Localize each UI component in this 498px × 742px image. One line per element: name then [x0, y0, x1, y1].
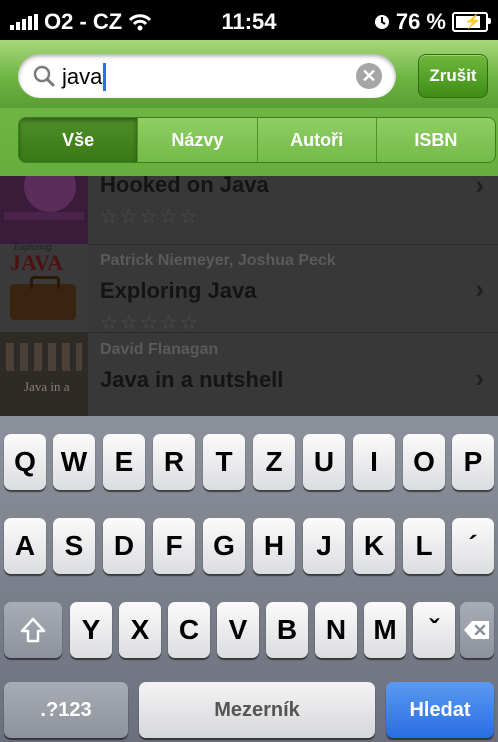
- rating-stars: ☆☆☆☆☆: [100, 312, 200, 334]
- key-caron[interactable]: ˇ: [413, 602, 455, 658]
- book-cover-image: [0, 176, 88, 244]
- book-author: David Flanagan: [100, 341, 219, 358]
- cover-title-text: JAVA: [10, 250, 63, 275]
- chevron-right-icon: ›: [475, 176, 484, 200]
- key-c[interactable]: C: [168, 602, 210, 658]
- key-f[interactable]: F: [153, 518, 195, 574]
- key-l[interactable]: L: [403, 518, 445, 574]
- shift-key[interactable]: [4, 602, 62, 658]
- backspace-key[interactable]: [460, 602, 494, 658]
- key-y[interactable]: Y: [70, 602, 112, 658]
- key-x[interactable]: X: [119, 602, 161, 658]
- search-scope-bar: Vše Názvy Autoři ISBN: [0, 108, 498, 176]
- key-acute-accent[interactable]: ´: [452, 518, 494, 574]
- key-w[interactable]: W: [53, 434, 95, 490]
- scope-segmented-control: Vše Názvy Autoři ISBN: [18, 117, 496, 163]
- search-input[interactable]: java ✕: [18, 54, 396, 98]
- key-o[interactable]: O: [403, 434, 445, 490]
- space-bar[interactable]: Mezerník: [139, 682, 375, 738]
- battery-icon: ⚡: [452, 12, 491, 32]
- key-v[interactable]: V: [217, 602, 259, 658]
- key-h[interactable]: H: [253, 518, 295, 574]
- status-bar: O2 - CZ 11:54 76 % ⚡: [0, 0, 498, 40]
- chevron-right-icon: ›: [475, 363, 484, 393]
- key-j[interactable]: J: [303, 518, 345, 574]
- key-d[interactable]: D: [103, 518, 145, 574]
- list-item[interactable]: Java in a David Flanagan Java in a nutsh…: [0, 333, 498, 416]
- results-list: Hooked on Java ☆☆☆☆☆ › Exploring JAVA Pa…: [0, 176, 498, 416]
- numbers-key[interactable]: .?123: [4, 682, 128, 738]
- key-e[interactable]: E: [103, 434, 145, 490]
- key-k[interactable]: K: [353, 518, 395, 574]
- key-p[interactable]: P: [452, 434, 494, 490]
- text-caret: [103, 63, 107, 91]
- clear-search-icon[interactable]: ✕: [356, 63, 382, 89]
- key-z[interactable]: Z: [253, 434, 295, 490]
- rating-stars: ☆☆☆☆☆: [100, 206, 200, 228]
- book-title: Exploring Java: [100, 278, 257, 303]
- key-s[interactable]: S: [53, 518, 95, 574]
- list-item[interactable]: Hooked on Java ☆☆☆☆☆ ›: [0, 176, 498, 245]
- book-title: Hooked on Java: [100, 176, 269, 197]
- cover-title-text: Java in a: [24, 379, 70, 394]
- scope-titles[interactable]: Názvy: [137, 118, 257, 162]
- book-cover-image: Java in a: [0, 333, 88, 416]
- key-r[interactable]: R: [153, 434, 195, 490]
- key-u[interactable]: U: [303, 434, 345, 490]
- battery-percentage: 76 %: [395, 9, 446, 34]
- book-author: Patrick Niemeyer, Joshua Peck: [100, 252, 336, 269]
- status-right: 76 % ⚡: [374, 9, 491, 35]
- keyboard: Q W E R T Z U I O P A S D F G H J K L ´ …: [0, 416, 498, 742]
- shift-arrow-icon: [20, 617, 46, 643]
- chevron-right-icon: ›: [475, 274, 484, 304]
- key-i[interactable]: I: [353, 434, 395, 490]
- key-g[interactable]: G: [203, 518, 245, 574]
- book-cover-image: Exploring JAVA: [0, 242, 88, 332]
- cancel-button[interactable]: Zrušit: [418, 54, 488, 98]
- scope-isbn[interactable]: ISBN: [375, 118, 495, 162]
- key-a[interactable]: A: [4, 518, 46, 574]
- book-title: Java in a nutshell: [100, 367, 284, 392]
- scope-authors[interactable]: Autoři: [256, 118, 376, 162]
- backspace-icon: [464, 621, 489, 639]
- key-q[interactable]: Q: [4, 434, 46, 490]
- key-m[interactable]: M: [364, 602, 406, 658]
- key-t[interactable]: T: [203, 434, 245, 490]
- search-query: java: [62, 64, 103, 89]
- search-bar: java ✕ Zrušit: [0, 40, 498, 108]
- scope-all[interactable]: Vše: [19, 118, 138, 162]
- search-query-text: java: [62, 63, 107, 91]
- search-icon: [33, 65, 55, 87]
- search-key[interactable]: Hledat: [386, 682, 494, 738]
- key-n[interactable]: N: [315, 602, 357, 658]
- clock-icon: [374, 15, 389, 29]
- list-item[interactable]: Exploring JAVA Patrick Niemeyer, Joshua …: [0, 242, 498, 334]
- key-b[interactable]: B: [266, 602, 308, 658]
